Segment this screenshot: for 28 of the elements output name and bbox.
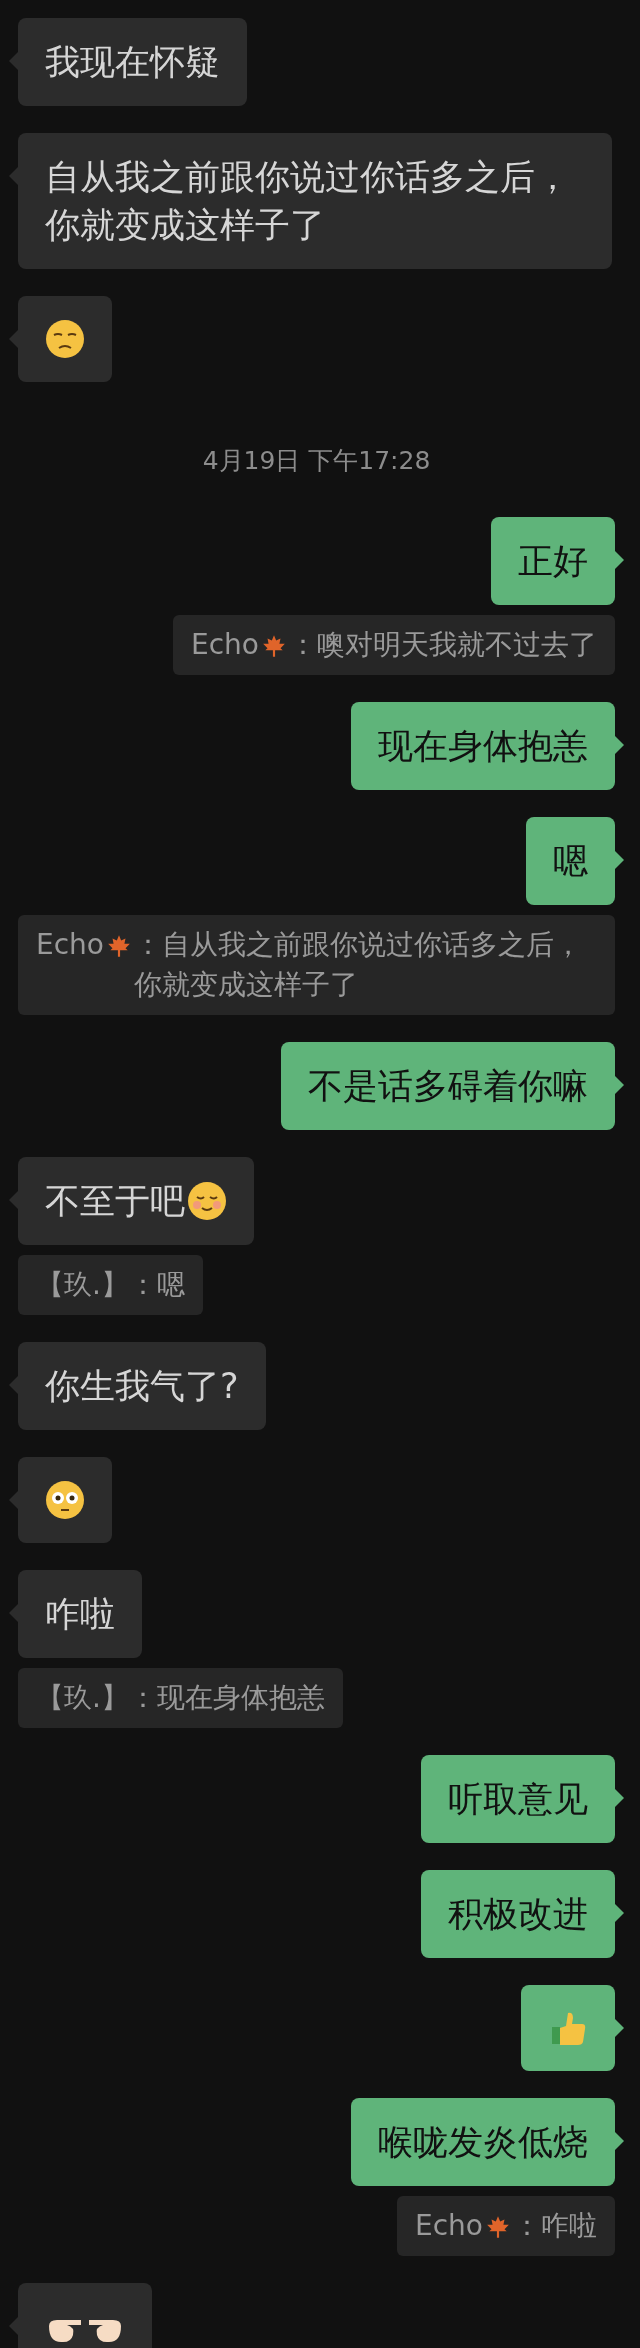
message-text: 你生我气了?	[45, 1365, 239, 1408]
quote-text: ：自从我之前跟你说过你话多之后，你就变成这样子了	[133, 927, 583, 1003]
message-text: 我现在怀疑	[45, 41, 220, 84]
sender-name: Echo	[191, 627, 259, 663]
quote-text: ：噢对明天我就不过去了	[289, 627, 597, 663]
message-text: 喉咙发炎低烧	[378, 2121, 588, 2164]
maple-leaf-icon	[261, 633, 287, 659]
quote-text: ：嗯	[128, 1267, 185, 1303]
sender-name: Echo	[36, 927, 104, 963]
quote-text: ：咋啦	[513, 2208, 597, 2244]
sender-name: 【玖.】	[36, 1680, 129, 1716]
wide-eyed-face-icon	[45, 1480, 85, 1520]
sender-name: 【玖.】	[36, 1267, 129, 1303]
maple-leaf-icon	[485, 2214, 511, 2240]
quote-text: ：现在身体抱恙	[128, 1680, 325, 1716]
message-text: 听取意见	[448, 1778, 588, 1821]
sender-name: Echo	[415, 2208, 483, 2244]
unamused-face-icon	[45, 319, 85, 359]
message-text: 现在身体抱恙	[378, 725, 588, 768]
message-text: 自从我之前跟你说过你话多之后，你就变成这样子了	[45, 156, 571, 247]
message-text: 积极改进	[448, 1893, 588, 1936]
message-text: 正好	[518, 540, 588, 583]
timestamp: 4月19日 下午17:28	[202, 445, 431, 477]
message-text: 咋啦	[45, 1593, 115, 1636]
message-text: 不至于吧	[45, 1180, 185, 1223]
smiling-face-icon	[187, 1181, 227, 1221]
message-text: 不是话多碍着你嘛	[308, 1065, 588, 1108]
message-text: 嗯	[553, 840, 588, 883]
